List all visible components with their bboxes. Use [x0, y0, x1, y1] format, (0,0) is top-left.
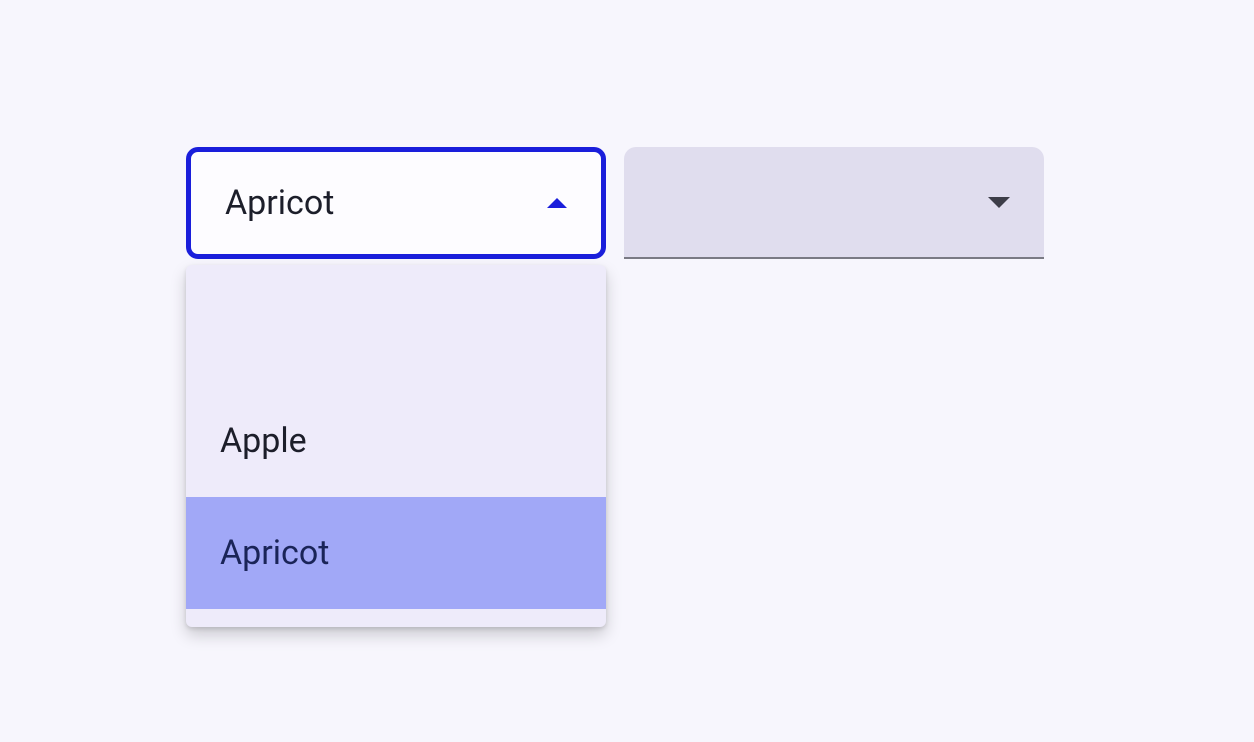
option-apricot[interactable]: Apricot — [186, 497, 606, 609]
fruit-select-value: Apricot — [225, 183, 334, 223]
dropdown-spacer — [186, 265, 606, 385]
option-apple[interactable]: Apple — [186, 385, 606, 497]
option-label: Apple — [220, 421, 307, 461]
chevron-down-icon — [988, 197, 1010, 208]
secondary-select[interactable] — [624, 147, 1044, 259]
fruit-select-control[interactable]: Apricot — [186, 147, 606, 259]
fruit-select[interactable]: Apricot Apple Apricot — [186, 147, 606, 259]
chevron-up-icon — [547, 198, 567, 208]
secondary-select-control[interactable] — [624, 147, 1044, 259]
fruit-select-dropdown: Apple Apricot — [186, 265, 606, 627]
option-label: Apricot — [220, 533, 329, 573]
